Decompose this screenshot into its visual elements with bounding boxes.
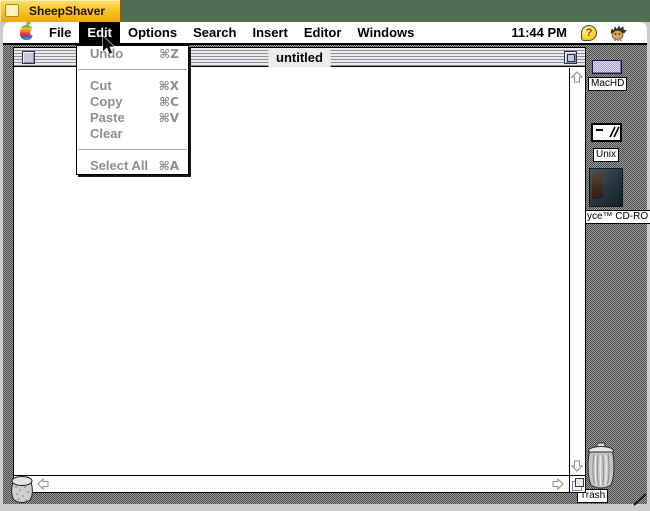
menu-editor[interactable]: Editor (296, 22, 350, 43)
apple-menu-icon[interactable] (20, 25, 37, 40)
vertical-scrollbar[interactable] (569, 68, 585, 475)
window-title: untitled (268, 48, 331, 67)
menubar-clock[interactable]: 11:44 PM (511, 25, 567, 40)
scroll-left-arrow-icon[interactable] (36, 477, 49, 491)
scroll-up-arrow-icon[interactable] (570, 70, 584, 83)
machd-disk-icon[interactable] (592, 60, 622, 74)
menu-insert[interactable]: Insert (244, 22, 295, 43)
menu-item-undo[interactable]: Undo ⌘Z (77, 46, 188, 62)
menu-search[interactable]: Search (185, 22, 244, 43)
mouse-cursor-arrow-icon (101, 34, 116, 56)
menu-item-copy[interactable]: Copy ⌘C (77, 94, 188, 110)
window-corner-ornament-icon (10, 474, 34, 504)
wm-window-icon[interactable] (5, 4, 19, 17)
menu-file[interactable]: File (41, 22, 79, 43)
menu-item-cut[interactable]: Cut ⌘X (77, 78, 188, 94)
unix-label[interactable]: Unix (593, 148, 620, 162)
menu-windows[interactable]: Windows (349, 22, 422, 43)
edit-dropdown-menu: Undo ⌘Z Cut ⌘X Copy ⌘C Paste ⌘V Clear Se… (76, 45, 189, 175)
menu-separator (77, 62, 188, 78)
menu-item-clear[interactable]: Clear (77, 126, 188, 142)
menu-item-paste[interactable]: Paste ⌘V (77, 110, 188, 126)
help-balloon-icon[interactable]: ? (581, 24, 597, 41)
wm-window-title: SheepShaver (29, 4, 106, 18)
menu-item-select-all[interactable]: Select All ⌘A (77, 158, 188, 174)
desktop-corner-fold-icon (633, 493, 648, 506)
menu-separator (77, 142, 188, 158)
horizontal-scrollbar[interactable] (14, 475, 569, 492)
scroll-down-arrow-icon[interactable] (570, 460, 584, 473)
menu-bar: File Edit Options Search Insert Editor W… (3, 22, 647, 44)
wm-titlebar: SheepShaver (0, 0, 650, 22)
trash-icon[interactable] (586, 442, 616, 490)
unix-volume-icon[interactable] (591, 123, 622, 142)
cdrom-photo-icon[interactable] (589, 168, 623, 207)
machd-label[interactable]: MacHD (588, 77, 628, 91)
sheepshaver-emulator-screen: SheepShaver File Edit Options Search Ins… (0, 0, 650, 511)
grow-box[interactable] (569, 475, 585, 492)
close-box[interactable] (22, 51, 35, 64)
menu-options[interactable]: Options (120, 22, 185, 43)
cdrom-label[interactable]: yce™ CD-RO (584, 210, 650, 224)
zoom-box[interactable] (564, 51, 577, 64)
wm-active-tab[interactable]: SheepShaver (0, 0, 121, 22)
scroll-right-arrow-icon[interactable] (552, 477, 565, 491)
application-menu-sheep-icon[interactable] (610, 24, 627, 41)
